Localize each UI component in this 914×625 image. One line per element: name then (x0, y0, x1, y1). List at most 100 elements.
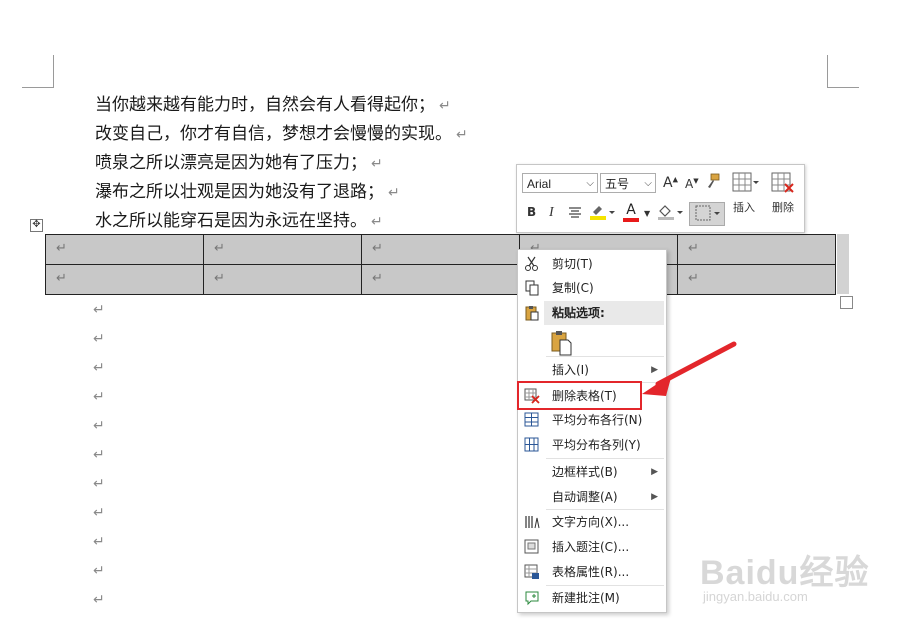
paragraph-2[interactable]: 改变自己，你才有自信，梦想才会慢慢的实现。 ↵ (95, 124, 468, 145)
corner-mark-top-left (22, 55, 54, 88)
table-cell[interactable]: ↵ (361, 264, 520, 295)
menu-item-new-comment[interactable]: 新建批注(M) (518, 586, 666, 610)
font-size-value: 五号 (605, 177, 630, 191)
align-center-button[interactable] (568, 207, 582, 222)
menu-item-cut[interactable]: 剪切(T) (518, 252, 666, 276)
font-color-swatch (623, 218, 639, 222)
menu-label: 平均分布各行(N) (552, 413, 643, 427)
move-cross-icon[interactable]: ✥ (30, 219, 43, 232)
empty-paragraph-mark[interactable]: ↵ (93, 303, 105, 317)
menu-item-table-properties[interactable]: 表格属性(R)... (518, 560, 666, 584)
table-cell[interactable]: ↵ (45, 264, 204, 295)
clipboard-icon (525, 306, 539, 321)
paragraph-1[interactable]: 当你越来越有能力时，自然会有人看得起你； ↵ (95, 95, 451, 116)
menu-label: 表格属性(R)... (552, 565, 630, 579)
menu-item-autofit[interactable]: 自动调整(A) ▶ (518, 485, 666, 509)
delete-table-icon (771, 172, 794, 193)
highlighter-icon (590, 206, 615, 220)
scissors-icon (525, 256, 538, 271)
table-cell[interactable]: ↵ (677, 264, 836, 295)
paragraph-mark: ↵ (388, 185, 400, 201)
mini-toolbar: Arial ⌵ 五号 ⌵ A▲ A▼ B I A ▼ 插入 删除 (516, 164, 805, 233)
cell-mark: ↵ (214, 241, 225, 256)
format-painter-button[interactable] (705, 173, 721, 194)
menu-item-distribute-rows[interactable]: 平均分布各行(N) (518, 408, 666, 432)
paint-bucket-icon (658, 205, 683, 220)
menu-separator (546, 458, 664, 459)
table-cell[interactable]: ↵ (677, 234, 836, 265)
font-color-button[interactable]: A (623, 203, 639, 222)
empty-paragraph-mark[interactable]: ↵ (93, 564, 105, 578)
cell-mark: ↵ (56, 241, 67, 256)
bold-button[interactable]: B (527, 205, 536, 219)
font-color-icon: A (626, 202, 636, 218)
menu-item-distribute-columns[interactable]: 平均分布各列(Y) (518, 433, 666, 457)
menu-label: 剪切(T) (552, 257, 593, 271)
menu-item-insert-caption[interactable]: 插入题注(C)... (518, 535, 666, 559)
empty-paragraph-mark[interactable]: ↵ (93, 535, 105, 549)
delete-table-button[interactable]: 删除 (762, 169, 804, 227)
font-name-combo[interactable]: Arial ⌵ (522, 173, 598, 193)
paragraph-4[interactable]: 瀑布之所以壮观是因为她没有了退路； ↵ (95, 182, 400, 203)
insert-table-icon (732, 172, 759, 192)
cell-mark: ↵ (372, 271, 383, 286)
empty-paragraph-mark[interactable]: ↵ (93, 332, 105, 346)
table-cell[interactable]: ↵ (203, 264, 362, 295)
distribute-rows-icon (524, 412, 539, 427)
baidu-watermark: Baidu经验 (700, 554, 870, 592)
borders-button[interactable] (689, 202, 725, 226)
empty-paragraph-mark[interactable]: ↵ (93, 419, 105, 433)
submenu-arrow-icon: ▶ (651, 467, 658, 477)
table-cell[interactable]: ↵ (361, 234, 520, 265)
table-cell[interactable]: ↵ (45, 234, 204, 265)
table-properties-icon (524, 564, 539, 579)
grow-font-button[interactable]: A▲ (663, 175, 678, 191)
font-size-combo[interactable]: 五号 ⌵ (600, 173, 656, 193)
empty-paragraph-mark[interactable]: ↵ (93, 593, 105, 607)
italic-button[interactable]: I (549, 205, 554, 221)
highlight-button[interactable] (589, 203, 615, 224)
insert-table-button[interactable]: 插入 (723, 169, 765, 227)
document-table[interactable]: ↵ ↵ ↵ ↵ ↵ ↵ ↵ ↵ ↵ ↵ (45, 234, 836, 295)
table-resize-handle[interactable] (840, 296, 853, 309)
empty-paragraph-mark[interactable]: ↵ (93, 448, 105, 462)
menu-label: 新建批注(M) (552, 591, 620, 605)
menu-item-copy[interactable]: 复制(C) (518, 276, 666, 300)
paragraph-3[interactable]: 喷泉之所以漂亮是因为她有了压力； ↵ (95, 153, 383, 174)
cell-mark: ↵ (688, 271, 699, 286)
shading-button[interactable] (657, 203, 683, 224)
table-selection-extension (837, 234, 849, 294)
empty-paragraph-mark[interactable]: ↵ (93, 361, 105, 375)
paragraph-mark: ↵ (456, 127, 468, 143)
annotation-arrow-icon (642, 341, 737, 396)
paste-keep-source-button[interactable] (546, 328, 586, 356)
shrink-font-button[interactable]: A▼ (685, 177, 699, 191)
bold-icon: B (527, 205, 537, 219)
menu-label: 插入(I) (552, 363, 589, 377)
align-center-icon (569, 207, 581, 218)
paste-options-header: 粘贴选项: (544, 301, 664, 325)
menu-item-border-styles[interactable]: 边框样式(B) ▶ (518, 460, 666, 484)
empty-paragraph-mark[interactable]: ↵ (93, 390, 105, 404)
paragraph-text: 喷泉之所以漂亮是因为她有了压力； (95, 153, 367, 173)
font-color-dropdown[interactable]: ▼ (644, 209, 650, 218)
menu-item-text-direction[interactable]: 文字方向(X)... (518, 510, 666, 534)
paragraph-mark: ↵ (371, 156, 383, 172)
shrink-font-icon: A (685, 177, 694, 191)
paste-keep-formatting-icon (551, 331, 572, 356)
table-row: ↵ ↵ ↵ ↵ ↵ (45, 264, 836, 295)
paragraph-5[interactable]: 水之所以能穿石是因为永远在坚持。 ↵ (95, 211, 383, 232)
table-cell[interactable]: ↵ (203, 234, 362, 265)
context-menu: 剪切(T) 复制(C) 粘贴选项: 插入(I) ▶ 删除表格(T) 平均分布各行… (517, 249, 667, 613)
menu-label: 复制(C) (552, 281, 594, 295)
borders-icon (695, 205, 720, 221)
empty-paragraph-mark[interactable]: ↵ (93, 477, 105, 491)
empty-paragraph-mark[interactable]: ↵ (93, 506, 105, 520)
menu-label: 插入题注(C)... (552, 540, 630, 554)
comment-icon (525, 591, 539, 606)
grow-font-icon: A (663, 175, 673, 191)
insert-label: 插入 (733, 201, 755, 214)
menu-label: 自动调整(A) (552, 490, 618, 504)
text-direction-icon (525, 516, 540, 529)
table-row: ↵ ↵ ↵ ↵ ↵ (45, 234, 836, 265)
